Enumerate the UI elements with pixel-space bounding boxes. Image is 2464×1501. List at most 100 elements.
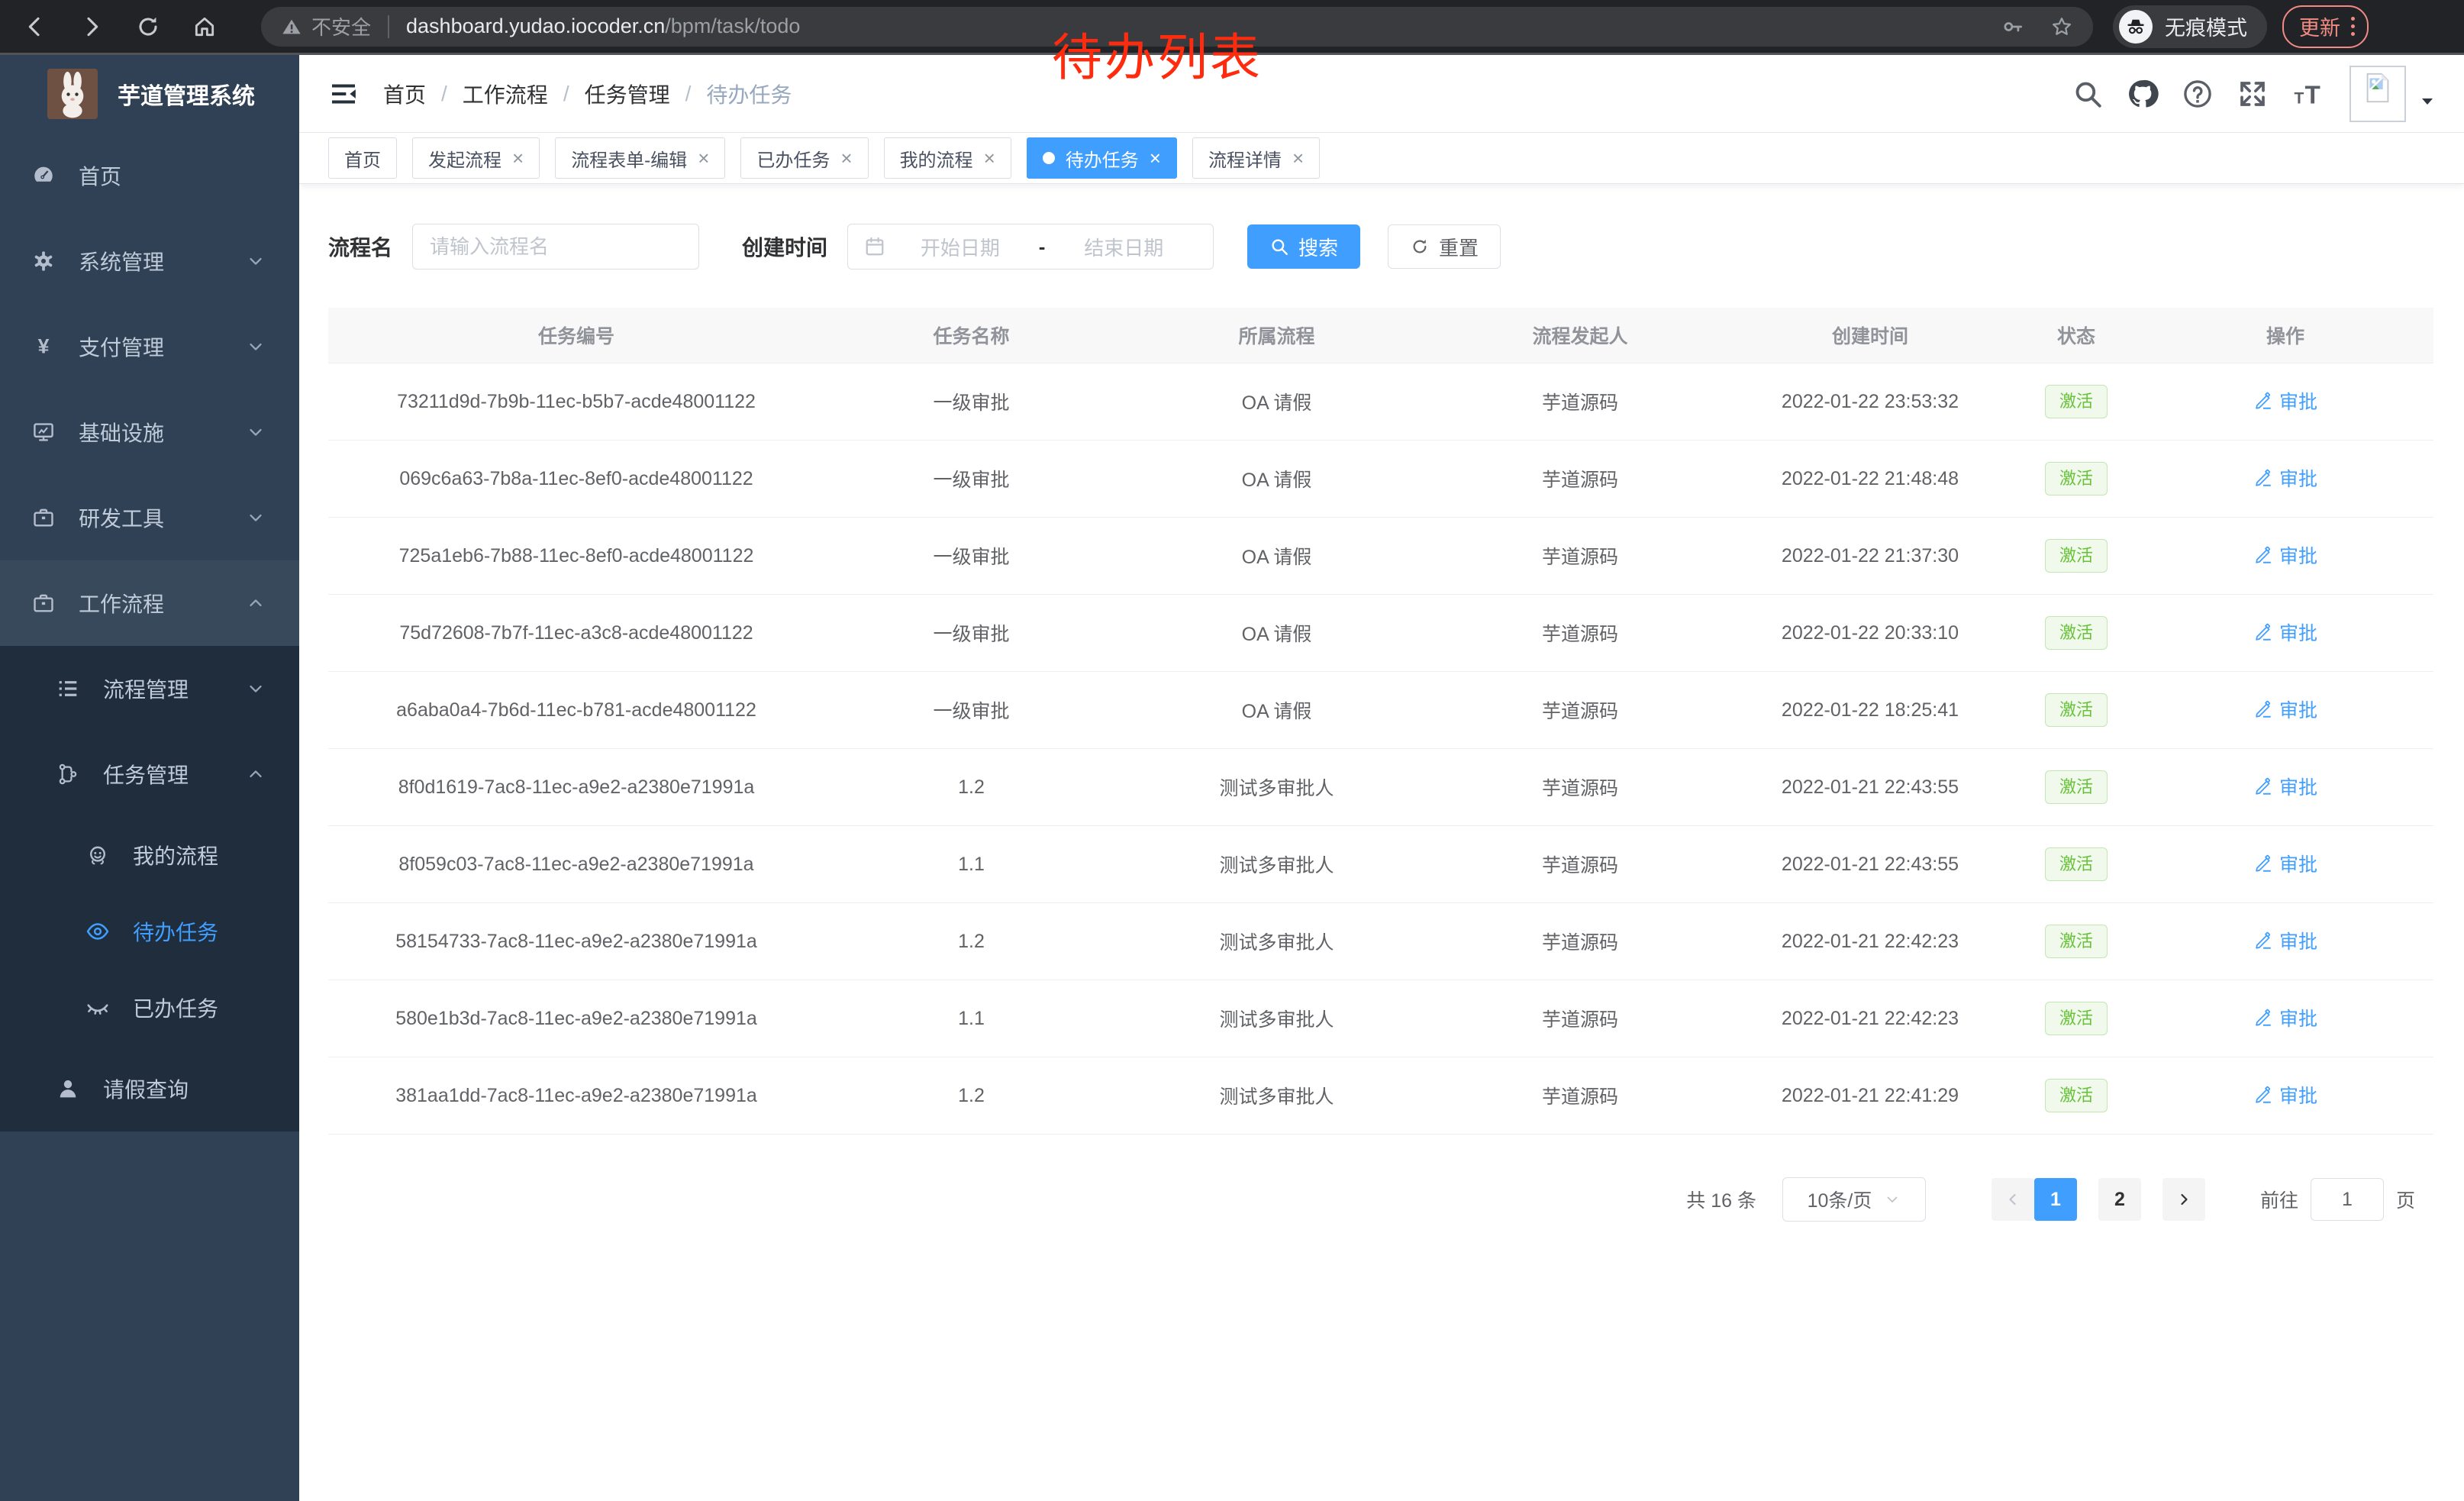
- browser-menu-icon[interactable]: [2351, 17, 2355, 36]
- breadcrumb-item[interactable]: 首页: [383, 79, 426, 109]
- tab-流程详情[interactable]: 流程详情 ×: [1192, 137, 1320, 179]
- font-size-icon[interactable]: [2291, 78, 2324, 110]
- bookmark-star-icon[interactable]: [2050, 15, 2073, 38]
- task-id-cell: 8f0d1619-7ac8-11ec-a9e2-a2380e71991a: [328, 749, 824, 826]
- approve-link[interactable]: 审批: [2253, 618, 2317, 646]
- tab-流程表单-编辑[interactable]: 流程表单-编辑 ×: [555, 137, 725, 179]
- create-time-cell: 2022-01-21 22:42:23: [1725, 980, 2015, 1057]
- tab-close-icon[interactable]: ×: [984, 148, 995, 168]
- approve-link[interactable]: 审批: [2253, 696, 2317, 723]
- sidebar-item-请假查询[interactable]: 请假查询: [0, 1046, 299, 1131]
- tab-已办任务[interactable]: 已办任务 ×: [740, 137, 868, 179]
- starter-cell: 芋道源码: [1435, 363, 1725, 441]
- starter-cell: 芋道源码: [1435, 595, 1725, 672]
- column-header: 状态: [2015, 308, 2137, 363]
- approve-link[interactable]: 审批: [2253, 387, 2317, 415]
- yen-icon: [31, 334, 56, 359]
- sidebar-item-待办任务[interactable]: 待办任务: [0, 893, 299, 970]
- browser-home-button[interactable]: [183, 5, 226, 48]
- approve-link[interactable]: 审批: [2253, 927, 2317, 954]
- search-icon[interactable]: [2072, 78, 2104, 110]
- tab-发起流程[interactable]: 发起流程 ×: [412, 137, 540, 179]
- starter-cell: 芋道源码: [1435, 1057, 1725, 1135]
- task-id-cell: 725a1eb6-7b88-11ec-8ef0-acde48001122: [328, 518, 824, 595]
- sidebar-item-我的流程[interactable]: 我的流程: [0, 817, 299, 893]
- status-cell: 激活: [2015, 903, 2137, 980]
- status-badge: 激活: [2045, 462, 2108, 495]
- tab-我的流程[interactable]: 我的流程 ×: [884, 137, 1011, 179]
- filter-form: 流程名 创建时间 开始日期 - 结束日期 搜索 重置: [328, 224, 2433, 270]
- pagination: 共 16 条 10条/页 12 前往 页: [328, 1177, 2433, 1222]
- tab-close-icon[interactable]: ×: [840, 148, 852, 168]
- topbar: 首页/工作流程/任务管理/待办任务: [299, 55, 2464, 133]
- sidebar-item-工作流程[interactable]: 工作流程: [0, 560, 299, 646]
- tab-close-icon[interactable]: ×: [512, 148, 524, 168]
- tab-close-icon[interactable]: ×: [1292, 148, 1304, 168]
- browser-back-button[interactable]: [14, 5, 56, 48]
- fullscreen-icon[interactable]: [2237, 78, 2269, 110]
- browser-reload-button[interactable]: [127, 5, 169, 48]
- sidebar-item-基础设施[interactable]: 基础设施: [0, 389, 299, 475]
- breadcrumb-item[interactable]: 任务管理: [585, 79, 670, 109]
- search-small-icon: [1269, 237, 1289, 257]
- task-name-cell: 1.1: [824, 980, 1118, 1057]
- page-number-button[interactable]: 2: [2098, 1178, 2141, 1221]
- app-logo-row[interactable]: 芋道管理系统: [0, 55, 299, 133]
- create-time-cell: 2022-01-21 22:41:29: [1725, 1057, 2015, 1135]
- tab-首页[interactable]: 首页: [328, 137, 397, 179]
- action-cell: 审批: [2137, 1057, 2433, 1135]
- browser-update-button[interactable]: 更新: [2282, 5, 2369, 48]
- goto-page-input[interactable]: [2311, 1178, 2384, 1221]
- browser-forward-button[interactable]: [70, 5, 113, 48]
- sidebar-item-研发工具[interactable]: 研发工具: [0, 475, 299, 560]
- action-cell: 审批: [2137, 441, 2433, 518]
- avatar[interactable]: [2350, 66, 2406, 122]
- goto-label: 前往: [2260, 1186, 2298, 1213]
- sidebar-item-首页[interactable]: 首页: [0, 133, 299, 218]
- sidebar-item-任务管理[interactable]: 任务管理: [0, 731, 299, 817]
- starter-cell: 芋道源码: [1435, 980, 1725, 1057]
- date-range-picker[interactable]: 开始日期 - 结束日期: [847, 224, 1214, 270]
- process-cell: 测试多审批人: [1118, 826, 1435, 903]
- approve-link[interactable]: 审批: [2253, 1081, 2317, 1109]
- tab-待办任务[interactable]: 待办任务 ×: [1027, 137, 1177, 179]
- status-badge: 激活: [2045, 616, 2108, 650]
- next-page-button[interactable]: [2162, 1178, 2205, 1221]
- github-icon[interactable]: [2127, 78, 2159, 110]
- flow-icon: [56, 762, 80, 786]
- tabs-bar: 首页 发起流程 × 流程表单-编辑 × 已办任务 × 我的流程 × 待办任务 ×…: [299, 133, 2464, 184]
- sidebar-item-流程管理[interactable]: 流程管理: [0, 646, 299, 731]
- sidebar-item-系统管理[interactable]: 系统管理: [0, 218, 299, 304]
- table-row: 8f0d1619-7ac8-11ec-a9e2-a2380e71991a 1.2…: [328, 749, 2433, 826]
- chevron-up-icon: [246, 593, 266, 613]
- reset-button[interactable]: 重置: [1388, 224, 1501, 269]
- security-chip[interactable]: 不安全: [281, 12, 371, 40]
- tab-close-icon[interactable]: ×: [698, 148, 709, 168]
- breadcrumb-item[interactable]: 工作流程: [463, 79, 548, 109]
- sidebar-collapse-icon[interactable]: [328, 79, 359, 109]
- search-button[interactable]: 搜索: [1247, 224, 1360, 269]
- prev-page-button[interactable]: [1992, 1178, 2034, 1221]
- task-id-cell: 069c6a63-7b8a-11ec-8ef0-acde48001122: [328, 441, 824, 518]
- column-header: 所属流程: [1118, 308, 1435, 363]
- process-name-input[interactable]: [412, 224, 699, 270]
- approve-link[interactable]: 审批: [2253, 1004, 2317, 1031]
- process-cell: OA 请假: [1118, 672, 1435, 749]
- url-text: dashboard.yudao.iocoder.cn/bpm/task/todo: [406, 15, 800, 38]
- tab-close-icon[interactable]: ×: [1150, 148, 1161, 168]
- address-bar[interactable]: 不安全 dashboard.yudao.iocoder.cn/bpm/task/…: [261, 7, 2093, 47]
- page-number-button[interactable]: 1: [2034, 1178, 2077, 1221]
- content: 流程名 创建时间 开始日期 - 结束日期 搜索 重置: [299, 184, 2464, 1501]
- help-icon[interactable]: [2182, 78, 2214, 110]
- sidebar-item-已办任务[interactable]: 已办任务: [0, 970, 299, 1046]
- app-logo-rabbit-icon: [47, 69, 98, 119]
- approve-link[interactable]: 审批: [2253, 850, 2317, 877]
- edit-icon: [2253, 622, 2273, 642]
- page-size-select[interactable]: 10条/页: [1782, 1177, 1926, 1222]
- sidebar-item-支付管理[interactable]: 支付管理: [0, 304, 299, 389]
- avatar-caret-down-icon[interactable]: [2418, 92, 2437, 111]
- approve-link[interactable]: 审批: [2253, 773, 2317, 800]
- approve-link[interactable]: 审批: [2253, 464, 2317, 492]
- approve-link[interactable]: 审批: [2253, 541, 2317, 569]
- password-key-icon[interactable]: [2001, 15, 2024, 38]
